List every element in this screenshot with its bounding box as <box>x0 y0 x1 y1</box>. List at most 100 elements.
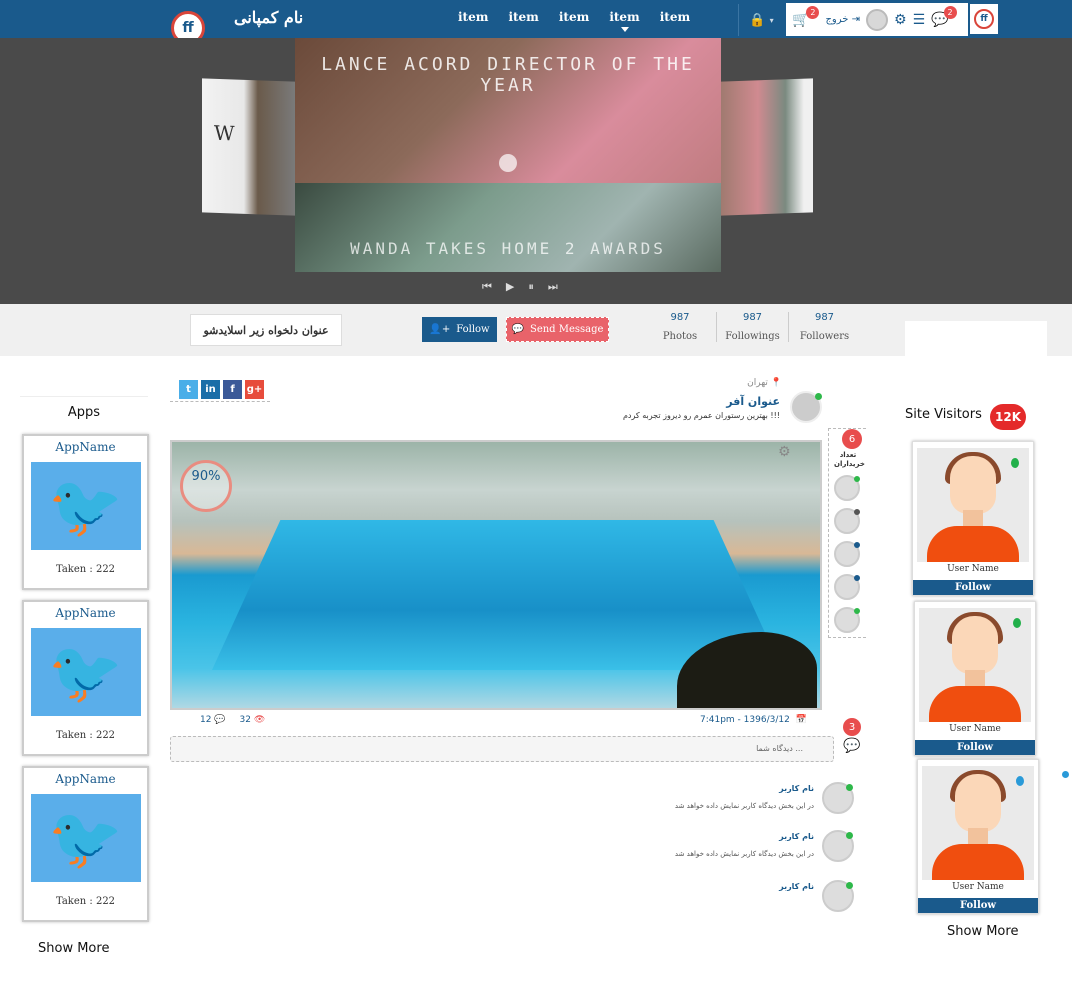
hero-slider: W LANCE ACORD DIRECTOR OF THE YEAR WANDA… <box>0 38 1072 304</box>
comment-text: در این بخش دیدگاه کاربر نمایش داده خواهد… <box>674 802 814 810</box>
comment-author[interactable]: نام کاربر <box>779 784 814 793</box>
company-name[interactable]: نام کمپانی <box>234 8 303 27</box>
app-card[interactable]: AppName 🐦 Taken : 222 <box>22 766 149 922</box>
visitor-card[interactable]: User Name Follow <box>917 759 1039 914</box>
eye-icon: 👁 <box>253 715 266 725</box>
stat-followings[interactable]: 987 Followings <box>716 312 788 342</box>
post-title[interactable]: عنوان آفر <box>600 395 780 408</box>
stat-photos[interactable]: 987 Photos <box>644 312 716 342</box>
app-card[interactable]: AppName 🐦 Taken : 222 <box>22 434 149 590</box>
post-settings-gear-icon[interactable]: ⚙ <box>778 444 791 460</box>
slide-main-caption: LANCE ACORD DIRECTOR OF THE YEAR <box>321 54 695 96</box>
post-location: تهران 📍 <box>747 378 782 388</box>
calendar-icon: 📅 <box>795 715 808 725</box>
small-logo-mark: ff <box>974 9 994 29</box>
logout-icon: ⇥ <box>851 14 860 25</box>
follow-button[interactable]: 👤+ Follow <box>422 317 497 342</box>
cart-badge: 2 <box>806 5 820 19</box>
twitter-bird-icon: 🐦 <box>30 462 141 550</box>
gear-icon[interactable]: ⚙ <box>894 12 907 28</box>
google-plus-icon[interactable]: g+ <box>245 380 264 399</box>
stat-followers[interactable]: 987 Followers <box>788 312 860 342</box>
buyers-label: تعداد خریداران <box>834 451 865 468</box>
social-share-row: t in f g+ <box>179 380 264 399</box>
small-logo[interactable]: ff <box>970 4 998 34</box>
app-taken: Taken : 222 <box>55 564 116 575</box>
buyer-avatar[interactable] <box>834 541 860 567</box>
message-icon: 💬 <box>511 324 524 335</box>
slide-main[interactable]: LANCE ACORD DIRECTOR OF THE YEAR <box>295 38 721 183</box>
comment-input[interactable]: دیدگاه شما ... <box>170 736 834 762</box>
slide-right-preview[interactable] <box>721 78 813 216</box>
user-avatar[interactable] <box>866 8 888 31</box>
apps-show-more[interactable]: Show More <box>38 941 109 956</box>
list-icon[interactable]: ☰ <box>913 12 926 28</box>
menu-item-4[interactable]: item <box>609 10 640 32</box>
post-description: بهترین رستوران عمرم رو دیروز تجربه کردم … <box>622 411 780 420</box>
next-icon[interactable]: ⏭ <box>548 280 558 294</box>
slide-left-preview[interactable]: W <box>202 78 295 216</box>
lock-icon: 🔒 <box>749 12 766 28</box>
comment-count[interactable]: 12 💬 <box>200 715 226 725</box>
visitors-show-more[interactable]: Show More <box>947 924 1018 939</box>
comment-icon: 💬 <box>214 715 226 725</box>
visitor-avatar <box>919 608 1031 722</box>
lock-dropdown[interactable]: 🔒 ▾ <box>738 4 784 36</box>
twitter-icon[interactable]: t <box>179 380 198 399</box>
app-name: AppName <box>55 772 116 786</box>
pause-icon[interactable]: ⏸ <box>528 280 534 294</box>
visitor-follow-button[interactable]: Follow <box>918 898 1038 913</box>
visitor-card[interactable]: User Name Follow <box>912 441 1034 596</box>
user-toolbar: 🛒 2 خروج ⇥ ⚙ ☰ 💬 2 <box>786 3 968 36</box>
logout-link[interactable]: خروج ⇥ <box>825 14 860 25</box>
menu-item-3[interactable]: item <box>559 10 589 24</box>
app-card[interactable]: AppName 🐦 Taken : 222 <box>22 600 149 756</box>
post-datetime: 7:41pm - 1396/3/12 📅 <box>700 715 808 725</box>
chat-icon[interactable]: 💬 2 <box>931 5 957 28</box>
app-taken: Taken : 222 <box>55 896 116 907</box>
twitter-bird-icon: 🐦 <box>30 628 141 716</box>
visitor-follow-button[interactable]: Follow <box>913 580 1033 595</box>
online-indicator <box>1016 776 1024 786</box>
visitor-follow-button[interactable]: Follow <box>915 740 1035 755</box>
comment-avatar[interactable] <box>822 782 854 814</box>
buyer-avatar[interactable] <box>834 574 860 600</box>
slide-second-caption: WANDA TAKES HOME 2 AWARDS <box>350 239 666 258</box>
menu-item-5[interactable]: item <box>660 10 690 24</box>
comment-author[interactable]: نام کاربر <box>779 882 814 891</box>
prev-icon[interactable]: ⏮ <box>482 280 492 294</box>
visitors-count-badge: 12K <box>990 404 1026 430</box>
play-icon[interactable]: ▶ <box>506 280 514 294</box>
comment-author[interactable]: نام کاربر <box>779 832 814 841</box>
send-message-button[interactable]: 💬 Send Message <box>506 317 609 342</box>
app-taken: Taken : 222 <box>55 730 116 741</box>
linkedin-icon[interactable]: in <box>201 380 220 399</box>
menu-item-2[interactable]: item <box>508 10 538 24</box>
buyer-avatar[interactable] <box>834 508 860 534</box>
visitor-name: User Name <box>952 882 1004 892</box>
divider <box>170 401 270 402</box>
map-pin-icon: 📍 <box>770 378 782 388</box>
view-count: 32 👁 <box>239 715 266 725</box>
visitor-name: User Name <box>947 564 999 574</box>
pool-shape <box>212 520 782 670</box>
online-indicator <box>1011 458 1019 468</box>
visitor-card[interactable]: User Name Follow <box>914 601 1036 756</box>
visitors-title: Site Visitors <box>905 407 982 422</box>
post-author-avatar[interactable] <box>790 391 822 423</box>
cart-icon[interactable]: 🛒 2 <box>792 5 820 28</box>
status-dot <box>1062 771 1069 778</box>
buyer-avatar[interactable] <box>834 607 860 633</box>
post-image[interactable] <box>170 440 822 710</box>
comment-avatar[interactable] <box>822 880 854 912</box>
slide-second[interactable]: WANDA TAKES HOME 2 AWARDS <box>295 183 721 272</box>
profile-stats: 987 Photos 987 Followings 987 Followers <box>644 312 860 342</box>
app-name: AppName <box>55 440 116 454</box>
facebook-icon[interactable]: f <box>223 380 242 399</box>
right-blank-panel <box>905 321 1047 397</box>
menu-item-1[interactable]: item <box>458 10 488 24</box>
chat-badge: 2 <box>943 5 957 19</box>
comment-avatar[interactable] <box>822 830 854 862</box>
buyer-avatar[interactable] <box>834 475 860 501</box>
slide-play-dot[interactable] <box>499 154 517 172</box>
